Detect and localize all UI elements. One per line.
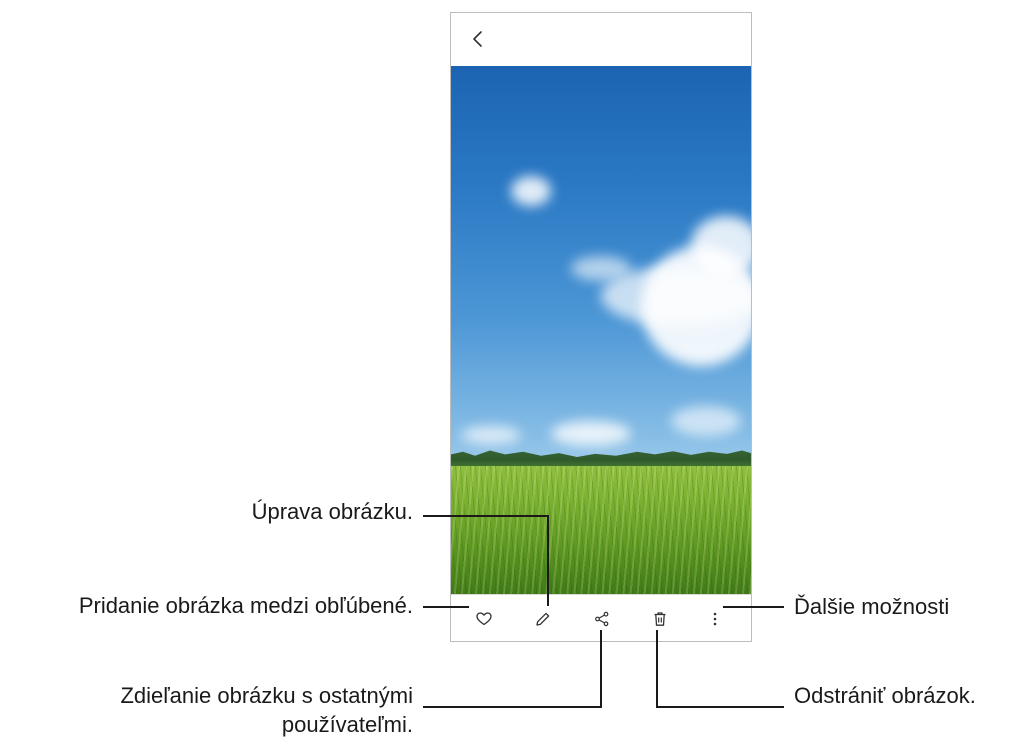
- gallery-viewer-screen: [450, 12, 752, 642]
- share-button[interactable]: [588, 605, 616, 633]
- pencil-icon: [536, 612, 550, 626]
- more-vertical-icon: [713, 612, 717, 626]
- heart-icon: [476, 612, 492, 626]
- callout-edit: Úprava obrázku.: [251, 499, 413, 524]
- delete-button[interactable]: [646, 605, 674, 633]
- cloud: [511, 176, 551, 206]
- callout-favorite: Pridanie obrázka medzi obľúbené.: [78, 593, 413, 618]
- share-icon: [595, 611, 609, 627]
- back-button[interactable]: [465, 25, 491, 53]
- callout-more: Ďalšie možnosti: [794, 594, 950, 619]
- more-options-button[interactable]: [701, 605, 729, 633]
- grass-field: [451, 466, 751, 594]
- callout-line-edit-h: [423, 515, 549, 517]
- edit-button[interactable]: [529, 605, 557, 633]
- callout-share-line1: Zdieľanie obrázku s ostatnými: [120, 683, 413, 708]
- callout-line-delete-h: [656, 706, 784, 708]
- callout-line-favorite: [423, 606, 469, 608]
- cloud: [671, 406, 741, 436]
- cloud: [571, 256, 631, 281]
- callout-share-line2: používateľmi.: [281, 712, 413, 737]
- callout-line-more: [723, 606, 784, 608]
- trash-icon: [654, 612, 666, 626]
- callout-line-share-h: [423, 706, 602, 708]
- callout-line-share-v: [600, 630, 602, 708]
- callout-line-edit-v: [547, 515, 549, 606]
- callout-delete: Odstrániť obrázok.: [794, 683, 976, 708]
- cloud: [461, 426, 521, 444]
- favorite-button[interactable]: [470, 605, 498, 633]
- callout-line-delete-v: [656, 630, 658, 708]
- chevron-left-icon: [473, 31, 482, 47]
- top-bar: [451, 13, 751, 65]
- cloud: [551, 421, 631, 446]
